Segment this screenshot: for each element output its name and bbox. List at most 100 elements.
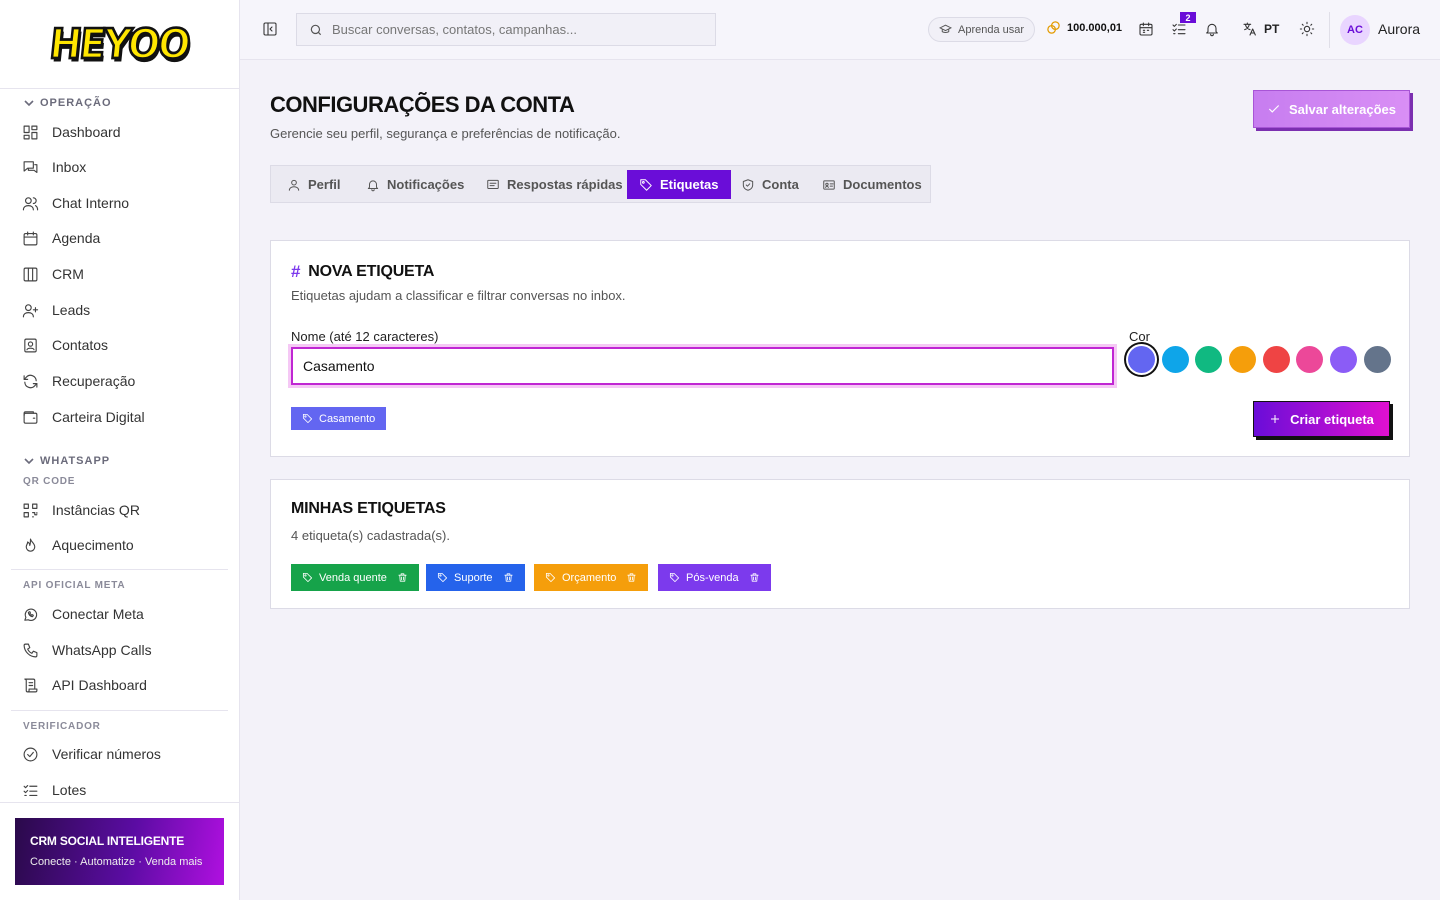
- learn-button[interactable]: Aprenda usar: [928, 17, 1036, 42]
- color-swatch[interactable]: [1128, 346, 1155, 373]
- sidebar: HEYOO OPERAÇÃO Dashboard Inbox Chat Inte…: [0, 0, 240, 900]
- theme-toggle-button[interactable]: [1299, 21, 1315, 37]
- sidebar-item-api-dashboard[interactable]: API Dashboard: [22, 673, 147, 697]
- save-button[interactable]: Salvar alterações: [1253, 90, 1410, 128]
- messages-icon: [23, 160, 38, 173]
- color-field-label: Cor: [1129, 329, 1150, 344]
- trash-icon[interactable]: [397, 572, 408, 583]
- sidebar-item-verificar[interactable]: Verificar números: [22, 742, 161, 766]
- tab-notificacoes[interactable]: Notificações: [354, 170, 476, 199]
- language-label: PT: [1264, 22, 1280, 36]
- tag-icon: [437, 572, 448, 583]
- tab-documentos[interactable]: Documentos: [810, 170, 934, 199]
- tag-chip-label: Pós-venda: [686, 571, 739, 584]
- create-tag-button[interactable]: Criar etiqueta: [1253, 401, 1390, 437]
- save-label: Salvar alterações: [1289, 101, 1396, 117]
- new-tag-subtitle: Etiquetas ajudam a classificar e filtrar…: [291, 288, 626, 303]
- sidebar-nav: OPERAÇÃO Dashboard Inbox Chat Interno Ag…: [0, 90, 239, 802]
- color-swatch[interactable]: [1263, 346, 1290, 373]
- heyoo-logo[interactable]: HEYOO: [46, 19, 192, 69]
- tag-chip[interactable]: Suporte: [426, 564, 525, 591]
- translate-icon: [1243, 22, 1256, 36]
- tag-preview-label: Casamento: [319, 412, 376, 425]
- color-swatch[interactable]: [1330, 346, 1357, 373]
- new-tag-title-row: # NOVA ETIQUETA: [291, 262, 434, 282]
- tag-chip[interactable]: Pós-venda: [658, 564, 771, 591]
- calendar-icon: [23, 231, 38, 245]
- trash-icon[interactable]: [626, 572, 637, 583]
- tab-label: Documentos: [843, 177, 922, 192]
- sidebar-item-dashboard[interactable]: Dashboard: [22, 120, 121, 144]
- sidebar-item-label: Carteira Digital: [52, 409, 145, 425]
- section-whatsapp[interactable]: WHATSAPP: [24, 455, 110, 467]
- color-swatch[interactable]: [1195, 346, 1222, 373]
- calendar-icon: [1139, 22, 1153, 36]
- sidebar-item-aquecimento[interactable]: Aquecimento: [22, 533, 134, 557]
- section-operacao[interactable]: OPERAÇÃO: [24, 97, 112, 109]
- sidebar-item-inbox[interactable]: Inbox: [22, 155, 86, 179]
- search-icon: [310, 24, 322, 35]
- credits-value: 100.000,01: [1067, 21, 1123, 34]
- sun-icon: [1299, 21, 1315, 37]
- sidebar-toggle-button[interactable]: [262, 21, 278, 37]
- sidebar-item-leads[interactable]: Leads: [22, 298, 90, 322]
- trash-icon[interactable]: [503, 572, 514, 583]
- sidebar-item-label: Inbox: [52, 159, 87, 175]
- tag-icon: [545, 572, 556, 583]
- sidebar-item-lotes[interactable]: Lotes: [22, 778, 86, 802]
- hash-icon: #: [291, 262, 301, 281]
- sidebar-item-label: Aquecimento: [52, 537, 134, 553]
- tag-chip[interactable]: Venda quente: [291, 564, 419, 591]
- refresh-icon: [23, 374, 38, 388]
- promo-banner[interactable]: CRM SOCIAL INTELIGENTE Conecte · Automat…: [15, 818, 224, 885]
- sidebar-item-chat-interno[interactable]: Chat Interno: [22, 191, 129, 215]
- phone-icon: [23, 643, 38, 657]
- create-tag-label: Criar etiqueta: [1290, 411, 1374, 427]
- list-checks-icon: [23, 784, 38, 796]
- sidebar-item-whatsapp-calls[interactable]: WhatsApp Calls: [22, 638, 152, 662]
- subsection-qr-code: QR CODE: [23, 476, 76, 487]
- topbar-divider: [1329, 12, 1330, 48]
- tag-name-input[interactable]: [291, 347, 1114, 385]
- search-box[interactable]: [296, 13, 716, 46]
- check-circle-icon: [23, 747, 38, 761]
- tab-etiquetas[interactable]: Etiquetas: [627, 170, 731, 199]
- sidebar-item-recuperacao[interactable]: Recuperação: [22, 369, 135, 393]
- sidebar-item-label: Leads: [52, 302, 91, 318]
- tab-respostas-rapidas[interactable]: Respostas rápidas: [474, 170, 635, 199]
- avatar[interactable]: AC: [1340, 15, 1370, 45]
- tab-label: Conta: [762, 177, 799, 192]
- search-input[interactable]: [332, 22, 692, 37]
- section-operacao-label: OPERAÇÃO: [40, 97, 112, 109]
- tasks-button[interactable]: [1171, 21, 1187, 37]
- tab-label: Perfil: [308, 177, 341, 192]
- promo-title: CRM SOCIAL INTELIGENTE: [30, 834, 185, 848]
- color-swatch[interactable]: [1364, 346, 1391, 373]
- sidebar-item-label: Agenda: [52, 230, 101, 246]
- color-swatch[interactable]: [1229, 346, 1256, 373]
- tab-conta[interactable]: Conta: [729, 170, 811, 199]
- coins-icon: [1047, 21, 1060, 34]
- chevron-down-icon: [24, 100, 34, 107]
- tab-perfil[interactable]: Perfil: [275, 170, 353, 199]
- trash-icon[interactable]: [749, 572, 760, 583]
- user-plus-icon: [22, 303, 39, 317]
- language-selector[interactable]: PT: [1242, 21, 1279, 37]
- sidebar-item-agenda[interactable]: Agenda: [22, 226, 100, 250]
- tag-chip[interactable]: Orçamento: [534, 564, 649, 591]
- sidebar-item-instancias-qr[interactable]: Instâncias QR: [22, 498, 140, 522]
- sidebar-item-contatos[interactable]: Contatos: [22, 333, 108, 357]
- color-swatch[interactable]: [1162, 346, 1189, 373]
- tasks-badge: 2: [1180, 12, 1196, 23]
- sidebar-item-crm[interactable]: CRM: [22, 262, 84, 286]
- user-icon: [288, 179, 300, 191]
- sidebar-item-conectar-meta[interactable]: Conectar Meta: [22, 602, 144, 626]
- color-swatch[interactable]: [1296, 346, 1323, 373]
- notifications-button[interactable]: [1204, 21, 1220, 37]
- calendar-button[interactable]: [1138, 21, 1154, 37]
- credits-balance[interactable]: 100.000,01: [1046, 20, 1122, 35]
- sidebar-divider: [0, 802, 239, 803]
- my-tags-count: 4 etiqueta(s) cadastrada(s).: [291, 528, 450, 543]
- sidebar-item-carteira[interactable]: Carteira Digital: [22, 405, 145, 429]
- username[interactable]: Aurora: [1378, 21, 1420, 37]
